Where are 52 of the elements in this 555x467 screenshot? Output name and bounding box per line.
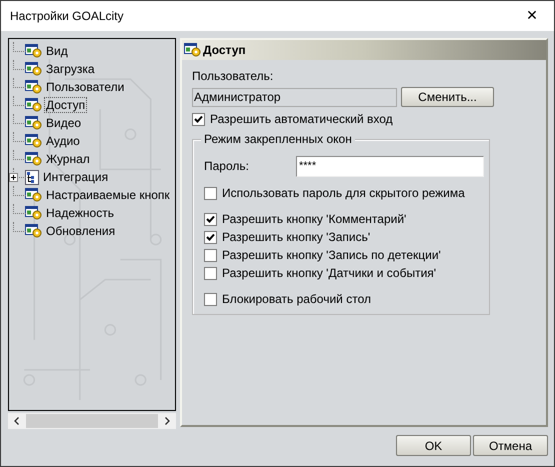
panel-title: Доступ bbox=[203, 43, 246, 57]
checkbox-label: Разрешить автоматический вход bbox=[210, 112, 393, 126]
window-gear-icon bbox=[25, 80, 42, 94]
checkbox-label: Разрешить кнопку 'Комментарий' bbox=[222, 212, 406, 226]
window-gear-icon bbox=[184, 43, 201, 57]
tree-item[interactable]: Видео bbox=[45, 116, 82, 130]
checkbox-label: Разрешить кнопку 'Запись' bbox=[222, 230, 370, 244]
checkbox[interactable] bbox=[204, 212, 217, 226]
scroll-left-icon[interactable] bbox=[12, 416, 22, 426]
window-gear-icon bbox=[25, 188, 42, 202]
horizontal-scrollbar[interactable] bbox=[8, 413, 176, 429]
checkbox-label: Использовать пароль для скрытого режима bbox=[222, 186, 465, 200]
password-field[interactable]: **** bbox=[296, 156, 484, 176]
dialog-button[interactable]: Отмена bbox=[473, 435, 548, 456]
change-button[interactable]: Сменить... bbox=[401, 87, 494, 107]
tree-item[interactable]: Загрузка bbox=[45, 62, 96, 76]
tree-item[interactable]: Доступ bbox=[45, 98, 86, 112]
checkbox-label: Блокировать рабочий стол bbox=[222, 292, 371, 306]
tree-item[interactable]: Настраиваемые кнопк bbox=[45, 188, 171, 202]
checkbox[interactable] bbox=[204, 292, 217, 306]
close-button[interactable]: ✕ bbox=[510, 1, 554, 31]
checkbox[interactable] bbox=[204, 186, 217, 200]
window-title: Настройки GOALcity bbox=[10, 9, 124, 23]
window-gear-icon bbox=[25, 152, 42, 166]
tree-item[interactable]: Надежность bbox=[45, 206, 115, 220]
expand-toggle[interactable] bbox=[9, 172, 18, 182]
window-gear-icon bbox=[25, 62, 42, 76]
user-label: Пользователь: bbox=[192, 69, 274, 83]
dialog-button[interactable]: OK bbox=[396, 435, 471, 456]
window-gear-icon bbox=[25, 116, 42, 130]
checkbox-label: Разрешить кнопку 'Датчики и события' bbox=[222, 266, 436, 280]
checkbox-label: Разрешить кнопку 'Запись по детекции' bbox=[222, 248, 441, 262]
password-label: Пароль: bbox=[204, 159, 250, 173]
window-gear-icon bbox=[25, 134, 42, 148]
tree-item[interactable]: Интеграция bbox=[42, 170, 110, 184]
window-gear-icon bbox=[25, 206, 42, 220]
window-gear-icon bbox=[25, 98, 42, 112]
scroll-right-icon[interactable] bbox=[162, 416, 172, 426]
tree-item[interactable]: Обновления bbox=[45, 224, 116, 238]
tree-item[interactable]: Журнал bbox=[45, 152, 91, 166]
tree-item[interactable]: Пользователи bbox=[45, 80, 126, 94]
group-title: Режим закрепленных окон bbox=[201, 132, 355, 146]
checkbox[interactable] bbox=[204, 230, 217, 244]
tree-item[interactable]: Аудио bbox=[45, 134, 81, 148]
checkbox[interactable] bbox=[204, 248, 217, 262]
checkbox[interactable] bbox=[204, 266, 217, 280]
user-field: Администратор bbox=[192, 88, 397, 106]
hierarchy-icon bbox=[25, 170, 39, 184]
window-gear-icon bbox=[25, 224, 42, 238]
window-gear-icon bbox=[25, 44, 42, 58]
checkbox[interactable] bbox=[192, 112, 205, 126]
tree-item[interactable]: Вид bbox=[45, 44, 69, 58]
